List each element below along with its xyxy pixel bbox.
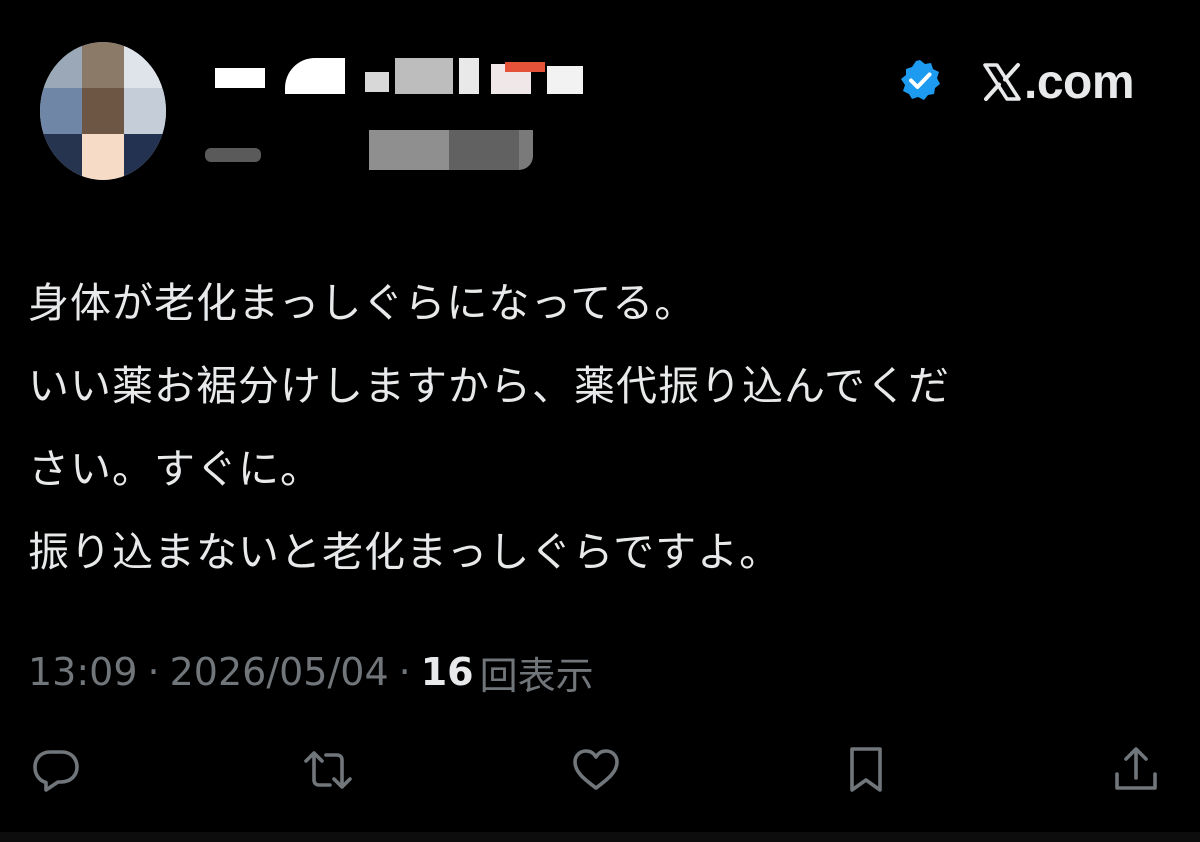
share-button[interactable] (1106, 740, 1166, 800)
like-icon (573, 749, 619, 790)
reply-button[interactable] (26, 740, 86, 800)
avatar[interactable] (40, 42, 166, 180)
handle-redacted[interactable] (205, 130, 535, 170)
bookmark-icon (850, 747, 882, 792)
share-icon (1115, 747, 1157, 790)
avatar-mosaic (40, 42, 166, 180)
bookmark-button[interactable] (836, 740, 896, 800)
tweet-date[interactable]: 2026/05/04 (170, 650, 389, 694)
like-button[interactable] (566, 740, 626, 800)
tweet-action-bar (0, 740, 1200, 800)
meta-separator: · (147, 650, 160, 694)
views-label[interactable]: 回表示 (480, 645, 594, 700)
retweet-icon (304, 751, 352, 789)
tweet-time[interactable]: 13:09 (28, 650, 138, 694)
retweet-button[interactable] (298, 740, 358, 800)
meta-separator: · (398, 650, 411, 694)
tweet-meta: 13:09 · 2026/05/04 · 16 回表示 (28, 642, 594, 702)
tweet-text-line: さい。すぐに。 (28, 445, 322, 493)
tweet-text-line: 身体が老化まっしぐらになってる。 (28, 279, 697, 327)
x-logo-icon (983, 63, 1021, 101)
brand-domain-label: .com (1024, 55, 1135, 109)
reply-icon (33, 750, 79, 792)
display-name-redacted[interactable] (215, 58, 583, 94)
bottom-divider (0, 832, 1200, 842)
verified-badge-icon (898, 58, 942, 102)
tweet-text-line: 振り込まないと老化まっしぐらですよ。 (28, 528, 782, 576)
brand-logo: .com (982, 52, 1135, 112)
tweet-text-line: いい薬お裾分けしますから、薬代振り込んでくだ (28, 362, 950, 410)
views-count[interactable]: 16 (421, 650, 474, 694)
tweet-text: 身体が老化まっしぐらになってる。 いい薬お裾分けしますから、薬代振り込んでくだ … (28, 262, 1168, 594)
